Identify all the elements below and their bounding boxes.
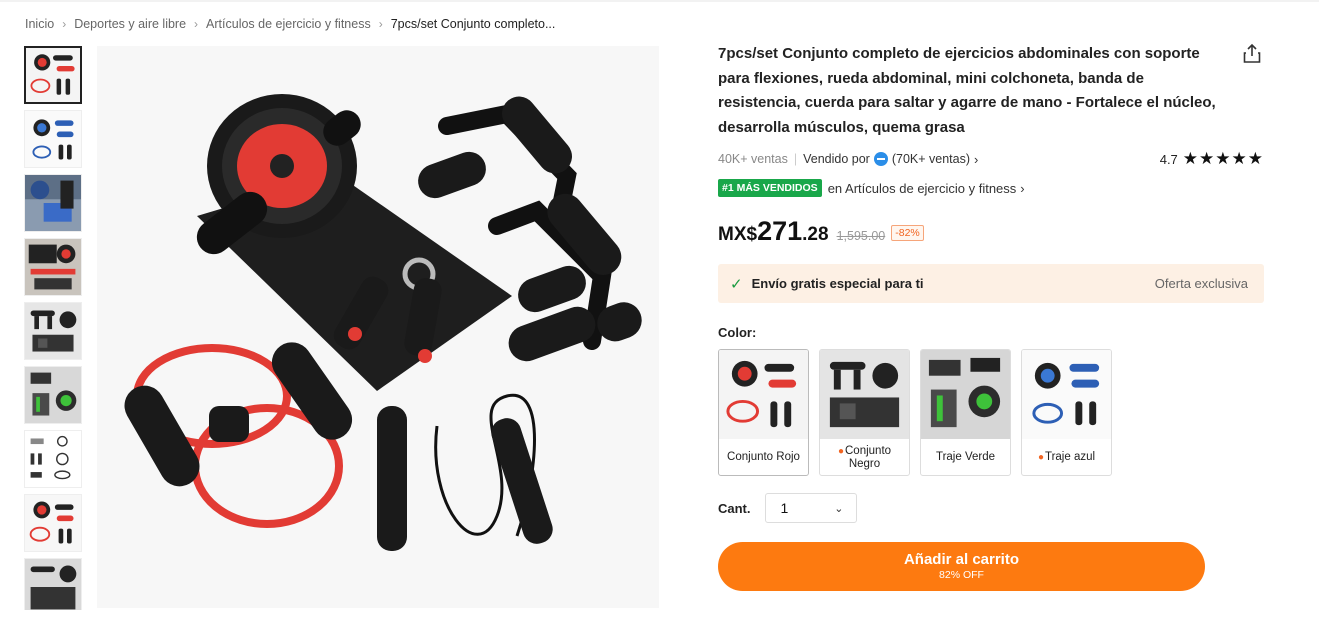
- thumbnail-8[interactable]: [24, 494, 82, 552]
- thumbnail-4[interactable]: [24, 238, 82, 296]
- add-to-cart-button[interactable]: Añadir al carrito 82% OFF: [718, 542, 1205, 591]
- seller-link[interactable]: Vendido por (70K+ ventas) ›: [803, 152, 978, 167]
- chevron-right-icon: ›: [1020, 180, 1025, 196]
- breadcrumb-current: 7pcs/set Conjunto completo...: [390, 17, 556, 31]
- swatch-image: [921, 350, 1010, 439]
- breadcrumb-separator: ›: [62, 17, 67, 31]
- add-to-cart-label: Añadir al carrito: [903, 551, 1020, 568]
- price-row: MX$ 271 .28 1,595.00 -82%: [718, 216, 924, 247]
- breadcrumb: Inicio › Deportes y aire libre › Artícul…: [25, 17, 555, 31]
- original-price: 1,595.00: [836, 229, 886, 243]
- shipping-offer: Oferta exclusiva: [1154, 276, 1248, 291]
- shipping-text: Envío gratis especial para ti: [751, 276, 924, 291]
- swatch-conjunto-rojo[interactable]: Conjunto Rojo: [718, 349, 809, 476]
- price-integer: 271: [757, 216, 803, 246]
- swatch-label: ●Conjunto Negro: [837, 444, 892, 470]
- thumbnail-6[interactable]: [24, 366, 82, 424]
- discount-badge: -82%: [891, 225, 924, 241]
- chevron-right-icon: ›: [974, 151, 979, 167]
- product-illustration: [97, 46, 659, 608]
- thumbnail-5[interactable]: [24, 302, 82, 360]
- flame-icon: ●: [837, 445, 844, 457]
- swatch-image: [820, 350, 909, 439]
- swatch-image: [719, 350, 808, 439]
- thumbnail-1[interactable]: [24, 46, 82, 104]
- color-swatches: Conjunto Rojo ●Conjunto Negro Traje Verd…: [718, 349, 1122, 476]
- quantity-label: Cant.: [718, 500, 751, 516]
- swatch-label: Conjunto Rojo: [727, 451, 800, 463]
- swatch-traje-verde[interactable]: Traje Verde: [920, 349, 1011, 476]
- thumbnail-strip: [24, 46, 84, 610]
- star-rating-icon: ★★★★★: [1182, 149, 1264, 168]
- breadcrumb-sports[interactable]: Deportes y aire libre: [74, 17, 186, 31]
- product-info: 7pcs/set Conjunto completo de ejercicios…: [718, 42, 1264, 140]
- best-seller-category: en Artículos de ejercicio y fitness: [827, 180, 1017, 196]
- store-icon: [873, 152, 888, 166]
- breadcrumb-separator: ›: [194, 17, 199, 31]
- quantity-value: 1: [780, 500, 789, 516]
- swatch-conjunto-negro[interactable]: ●Conjunto Negro: [819, 349, 910, 476]
- thumbnail-2[interactable]: [24, 110, 82, 168]
- store-sales: (70K+ ventas): [891, 152, 970, 166]
- sales-count: 40K+ ventas: [718, 152, 788, 166]
- rating-value: 4.7: [1159, 151, 1178, 167]
- swatch-traje-azul[interactable]: ●Traje azul: [1021, 349, 1112, 476]
- sold-by-label: Vendido por: [803, 152, 870, 166]
- breadcrumb-separator: ›: [378, 17, 383, 31]
- thumbnail-3[interactable]: [24, 174, 82, 232]
- meta-row: 40K+ ventas | Vendido por (70K+ ventas) …: [718, 149, 1264, 169]
- chevron-down-icon: ⌄: [834, 502, 844, 515]
- breadcrumb-fitness[interactable]: Artículos de ejercicio y fitness: [206, 17, 371, 31]
- swatch-label: Traje Verde: [935, 451, 996, 463]
- add-to-cart-discount: 82% OFF: [939, 569, 984, 581]
- flame-icon: ●: [1037, 451, 1044, 463]
- product-title: 7pcs/set Conjunto completo de ejercicios…: [718, 45, 1216, 136]
- price-currency: MX$: [718, 224, 758, 245]
- quantity-select[interactable]: 1 ⌄: [764, 493, 857, 523]
- color-label: Color:: [718, 325, 757, 340]
- swatch-image: [1022, 350, 1111, 439]
- thumbnail-7[interactable]: [24, 430, 82, 488]
- price-decimal: .28: [802, 224, 829, 245]
- meta-divider: |: [793, 152, 798, 166]
- quantity-row: Cant. 1 ⌄: [718, 493, 857, 523]
- best-seller-row[interactable]: #1 MÁS VENDIDOS en Artículos de ejercici…: [718, 179, 1025, 197]
- breadcrumb-home[interactable]: Inicio: [25, 17, 54, 31]
- best-seller-badge: #1 MÁS VENDIDOS: [718, 179, 822, 197]
- share-icon[interactable]: [1240, 42, 1264, 66]
- main-product-image[interactable]: [97, 46, 659, 608]
- top-divider: [0, 0, 1319, 2]
- rating[interactable]: 4.7 ★★★★★: [1160, 149, 1264, 169]
- swatch-label: ●Traje azul: [1037, 450, 1096, 463]
- shipping-banner: ✓ Envío gratis especial para ti Oferta e…: [718, 264, 1264, 303]
- check-icon: ✓: [730, 275, 743, 293]
- thumbnail-9[interactable]: [24, 558, 82, 610]
